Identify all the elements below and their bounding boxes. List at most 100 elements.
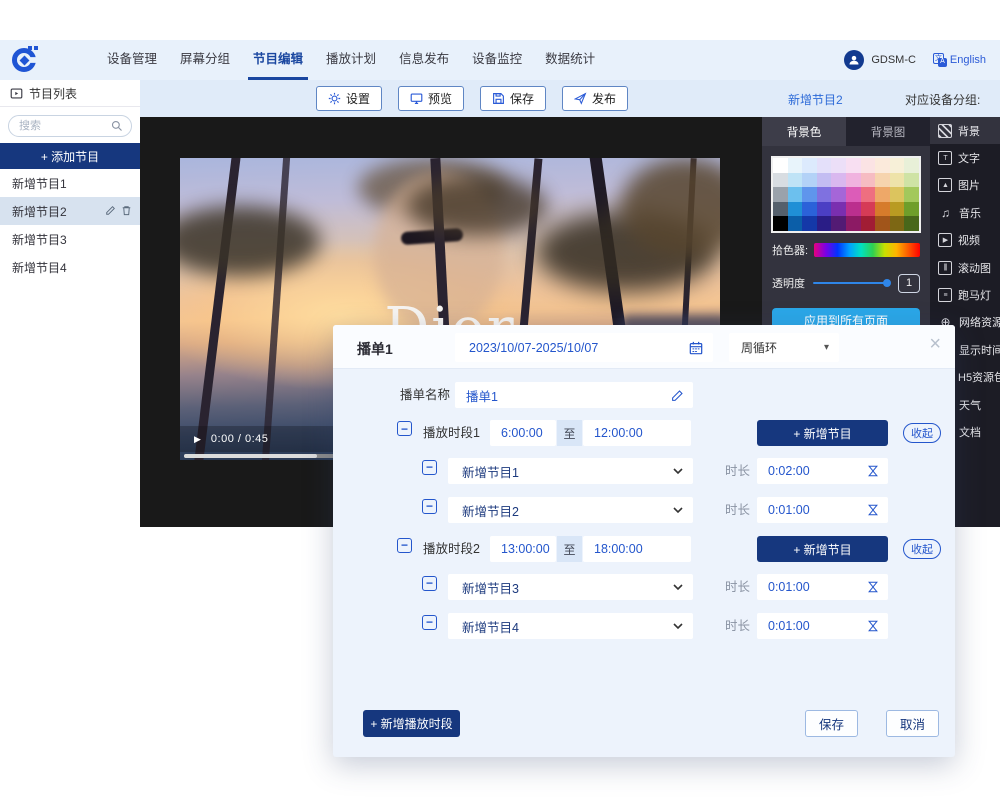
language-switch[interactable]: English (933, 53, 986, 67)
program-select[interactable]: 新增节目1 (448, 458, 693, 484)
color-swatch[interactable] (831, 173, 846, 188)
start-time-input[interactable]: 13:00:00 (490, 536, 556, 562)
tool-marquee[interactable]: ≡跑马灯 (930, 281, 1000, 308)
trash-icon[interactable] (121, 205, 132, 216)
remove-program-icon[interactable]: − (422, 460, 437, 475)
settings-button[interactable]: 设置 (316, 86, 382, 111)
tool-video[interactable]: ▶视频 (930, 227, 1000, 254)
program-select[interactable]: 新增节目3 (448, 574, 693, 600)
tab-background-image[interactable]: 背景图 (846, 117, 930, 146)
color-swatch[interactable] (875, 202, 890, 217)
duration-input[interactable]: 0:01:00 (757, 574, 888, 600)
hue-gradient-bar[interactable] (814, 243, 920, 257)
color-swatch[interactable] (817, 187, 832, 202)
color-swatch[interactable] (788, 187, 803, 202)
add-program-to-segment-button[interactable]: + 新增节目 (757, 536, 888, 562)
color-swatch[interactable] (861, 158, 876, 173)
end-time-input[interactable]: 12:00:00 (583, 420, 691, 446)
save-button[interactable]: 保存 (480, 86, 546, 111)
color-swatch[interactable] (817, 202, 832, 217)
add-program-button[interactable]: + 添加节目 (0, 143, 140, 169)
color-swatch[interactable] (904, 187, 919, 202)
color-swatch[interactable] (904, 216, 919, 231)
nav-item-device-management[interactable]: 设备管理 (102, 40, 162, 80)
duration-input[interactable]: 0:02:00 (757, 458, 888, 484)
brand-logo[interactable] (12, 46, 40, 74)
program-select[interactable]: 新增节目2 (448, 497, 693, 523)
color-swatch[interactable] (773, 216, 788, 231)
start-time-input[interactable]: 6:00:00 (490, 420, 556, 446)
color-swatch[interactable] (802, 173, 817, 188)
search-icon[interactable] (111, 120, 123, 132)
color-swatch[interactable] (890, 202, 905, 217)
color-swatch[interactable] (773, 187, 788, 202)
color-swatch[interactable] (831, 187, 846, 202)
color-swatch[interactable] (802, 202, 817, 217)
color-swatch[interactable] (861, 187, 876, 202)
nav-item-screen-groups[interactable]: 屏幕分组 (175, 40, 235, 80)
color-swatch[interactable] (875, 216, 890, 231)
color-swatch[interactable] (875, 187, 890, 202)
date-range-input[interactable]: 2023/10/07-2025/10/07 (455, 333, 713, 362)
color-swatch[interactable] (802, 187, 817, 202)
color-swatch[interactable] (846, 216, 861, 231)
color-swatch[interactable] (817, 216, 832, 231)
tool-text[interactable]: T文字 (930, 144, 1000, 171)
duration-input[interactable]: 0:01:00 (757, 497, 888, 523)
nav-item-program-editor[interactable]: 节目编辑 (248, 40, 308, 80)
tool-music[interactable]: ♫音乐 (930, 199, 1000, 226)
color-swatch[interactable] (904, 202, 919, 217)
color-swatch[interactable] (773, 158, 788, 173)
color-swatch[interactable] (846, 158, 861, 173)
nav-item-data-statistics[interactable]: 数据统计 (540, 40, 600, 80)
edit-icon[interactable] (671, 389, 684, 402)
add-segment-button[interactable]: + 新增播放时段 (363, 710, 460, 737)
color-swatch[interactable] (890, 187, 905, 202)
cycle-select[interactable]: 周循环 ▾ (729, 333, 839, 362)
publish-button[interactable]: 发布 (562, 86, 628, 111)
collapse-button[interactable]: 收起 (903, 423, 941, 443)
preview-button[interactable]: 预览 (398, 86, 464, 111)
nav-item-playback-plan[interactable]: 播放计划 (321, 40, 381, 80)
color-swatch[interactable] (831, 158, 846, 173)
color-swatch[interactable] (773, 173, 788, 188)
tab-background-color[interactable]: 背景色 (762, 117, 846, 146)
color-swatch[interactable] (875, 173, 890, 188)
sidebar-item-program-2[interactable]: 新增节目2 (0, 197, 140, 225)
remove-program-icon[interactable]: − (422, 499, 437, 514)
color-swatch[interactable] (773, 202, 788, 217)
color-swatch[interactable] (875, 158, 890, 173)
color-swatch[interactable] (890, 173, 905, 188)
edit-icon[interactable] (105, 205, 116, 216)
color-swatch[interactable] (890, 216, 905, 231)
close-icon[interactable]: × (929, 333, 941, 356)
cancel-dialog-button[interactable]: 取消 (886, 710, 939, 737)
color-swatch[interactable] (861, 173, 876, 188)
color-swatch[interactable] (788, 158, 803, 173)
sidebar-item-program-3[interactable]: 新增节目3 (0, 225, 140, 253)
tool-background[interactable]: 背景 (930, 117, 1000, 144)
color-swatch[interactable] (817, 158, 832, 173)
duration-input[interactable]: 0:01:00 (757, 613, 888, 639)
play-icon[interactable]: ▶ (194, 434, 201, 445)
sidebar-item-program-1[interactable]: 新增节目1 (0, 169, 140, 197)
color-swatch[interactable] (846, 187, 861, 202)
color-swatch[interactable] (788, 202, 803, 217)
opacity-slider[interactable] (813, 282, 890, 284)
color-swatch[interactable] (831, 202, 846, 217)
color-swatch[interactable] (904, 158, 919, 173)
remove-program-icon[interactable]: − (422, 615, 437, 630)
color-swatch[interactable] (831, 216, 846, 231)
end-time-input[interactable]: 18:00:00 (583, 536, 691, 562)
color-swatch[interactable] (802, 158, 817, 173)
remove-segment-icon[interactable]: − (397, 421, 412, 436)
tool-image[interactable]: ▲图片 (930, 172, 1000, 199)
playlist-name-input[interactable]: 播单1 (455, 382, 693, 408)
collapse-button[interactable]: 收起 (903, 539, 941, 559)
color-swatch[interactable] (890, 158, 905, 173)
color-swatch[interactable] (788, 173, 803, 188)
color-swatch[interactable] (861, 216, 876, 231)
sidebar-item-program-4[interactable]: 新增节目4 (0, 253, 140, 281)
opacity-slider-knob[interactable] (883, 279, 891, 287)
color-swatch[interactable] (846, 202, 861, 217)
